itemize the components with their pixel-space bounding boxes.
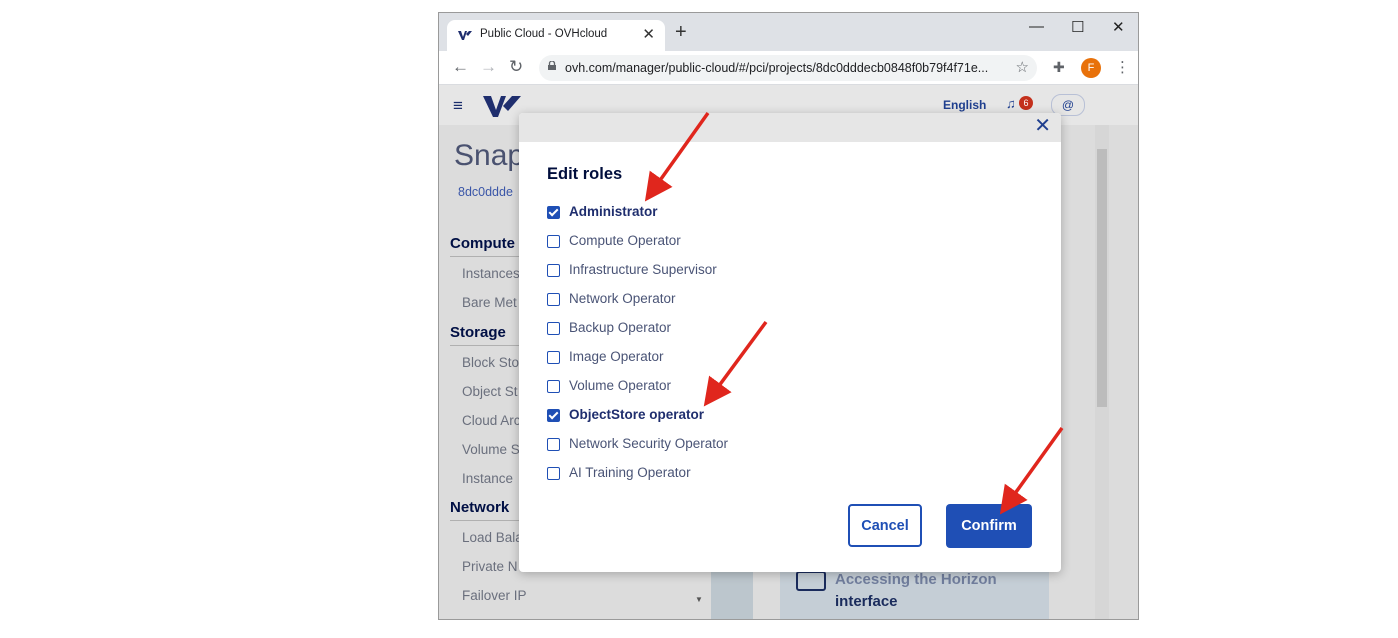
cancel-button[interactable]: Cancel (848, 504, 922, 547)
sidebar-scroll-down-icon[interactable]: ▼ (695, 595, 703, 604)
confirm-button[interactable]: Confirm (946, 504, 1032, 548)
sidebar-item-private-network[interactable]: Private N (462, 559, 518, 574)
page-content: ≡ English ♫ 6 @ Snap 8dc0ddde Compute In… (439, 85, 1138, 619)
role-checkbox[interactable] (547, 206, 560, 219)
browser-tab[interactable]: Public Cloud - OVHcloud ✕ (447, 20, 665, 51)
sidebar-item-volume-snapshot[interactable]: Volume S (462, 442, 520, 457)
role-checkbox[interactable] (547, 351, 560, 364)
card-title-partial: Accessing the Horizon (835, 571, 997, 588)
notification-bell-icon[interactable]: ♫ (1006, 96, 1016, 111)
role-checkbox[interactable] (547, 438, 560, 451)
role-checkbox[interactable] (547, 235, 560, 248)
dialog-title: Edit roles (547, 165, 623, 183)
sidebar-heading-storage: Storage (450, 324, 506, 341)
sidebar-item-failover-ip[interactable]: Failover IP (462, 588, 527, 603)
dialog-header: ✕ (519, 113, 1061, 142)
sidebar-item-bare-metal[interactable]: Bare Met (462, 295, 517, 310)
reload-icon[interactable]: ↻ (509, 57, 523, 77)
tab-title: Public Cloud - OVHcloud (480, 28, 608, 40)
horizon-interface-icon (796, 571, 826, 591)
role-label: Backup Operator (569, 320, 672, 335)
role-checkbox[interactable] (547, 380, 560, 393)
bookmark-star-icon[interactable]: ☆ (1016, 58, 1029, 76)
sidebar-item-cloud-archive[interactable]: Cloud Arc (462, 413, 521, 428)
sidebar-item-block-storage[interactable]: Block Sto (462, 355, 519, 370)
main-scrollbar[interactable] (1095, 125, 1109, 619)
role-label: Compute Operator (569, 233, 681, 248)
ovh-favicon-icon (458, 31, 472, 40)
lock-icon (548, 61, 556, 70)
minimize-button[interactable]: — (1029, 18, 1044, 35)
extensions-puzzle-icon[interactable]: ✚ (1053, 59, 1065, 76)
url-text: ovh.com/manager/public-cloud/#/pci/proje… (565, 61, 989, 75)
address-bar[interactable]: ovh.com/manager/public-cloud/#/pci/proje… (539, 55, 1037, 81)
role-label: Network Security Operator (569, 436, 729, 451)
sidebar-item-load-balancer[interactable]: Load Bala (462, 530, 523, 545)
sidebar-heading-network: Network (450, 499, 510, 516)
role-label: Image Operator (569, 349, 664, 364)
role-label: AI Training Operator (569, 465, 691, 480)
role-label: Network Operator (569, 291, 676, 306)
back-arrow-icon[interactable]: ← (452, 57, 469, 77)
profile-avatar[interactable]: F (1081, 58, 1101, 78)
sidebar-item-instances[interactable]: Instances (462, 266, 520, 281)
role-checkbox[interactable] (547, 467, 560, 480)
project-id: 8dc0ddde (458, 185, 513, 199)
hamburger-menu-icon[interactable]: ≡ (453, 96, 463, 116)
new-tab-button[interactable]: + (675, 22, 687, 42)
tab-bar: Public Cloud - OVHcloud ✕ + — ☐ ✕ (439, 13, 1138, 51)
page-title: Snap (454, 139, 525, 172)
role-checkbox[interactable] (547, 409, 560, 422)
browser-window: Public Cloud - OVHcloud ✕ + — ☐ ✕ ← → ↻ … (438, 12, 1139, 620)
window-close-button[interactable]: ✕ (1112, 18, 1125, 36)
language-selector[interactable]: English (943, 98, 986, 112)
maximize-button[interactable]: ☐ (1071, 18, 1084, 36)
card-title: interface (835, 593, 898, 610)
notification-badge: 6 (1019, 96, 1033, 110)
sidebar-item-object-storage[interactable]: Object St (462, 384, 518, 399)
role-label: Administrator (569, 204, 658, 219)
role-checkbox[interactable] (547, 293, 560, 306)
edit-roles-dialog: ✕ Edit roles Administrator Compute Opera… (519, 113, 1061, 572)
dialog-close-icon[interactable]: ✕ (1034, 116, 1051, 136)
scrollbar-thumb[interactable] (1097, 149, 1107, 407)
browser-toolbar: ← → ↻ ovh.com/manager/public-cloud/#/pci… (439, 51, 1138, 85)
tab-close-icon[interactable]: ✕ (642, 25, 655, 43)
role-checkbox[interactable] (547, 322, 560, 335)
browser-menu-icon[interactable]: ⋮ (1115, 58, 1130, 76)
role-checkbox[interactable] (547, 264, 560, 277)
role-label: ObjectStore operator (569, 407, 705, 422)
sidebar-heading-compute: Compute (450, 235, 515, 252)
role-label: Infrastructure Supervisor (569, 262, 717, 277)
forward-arrow-icon[interactable]: → (480, 57, 497, 77)
sidebar-item-instance-backup[interactable]: Instance (462, 471, 513, 486)
role-label: Volume Operator (569, 378, 672, 393)
